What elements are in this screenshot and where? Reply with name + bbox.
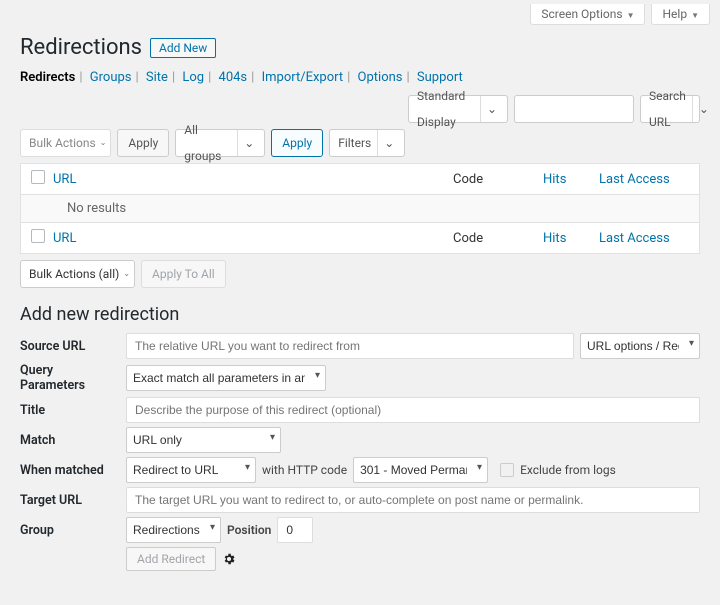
subnav-groups[interactable]: Groups (90, 70, 132, 85)
search-input[interactable] (514, 95, 634, 123)
subnav-import-export[interactable]: Import/Export (262, 70, 344, 85)
with-http-label: with HTTP code (262, 463, 347, 477)
apply-filter-button[interactable]: Apply (271, 129, 323, 157)
exclude-logs-checkbox[interactable] (500, 463, 514, 477)
chevron-down-icon: ⌄ (123, 261, 130, 287)
col-footer-last-access[interactable]: Last Access (599, 231, 689, 246)
chevron-down-icon: ⌄ (377, 130, 400, 156)
target-url-input[interactable] (126, 487, 700, 513)
label-match: Match (20, 433, 120, 448)
label-target-url: Target URL (20, 493, 120, 508)
no-results-row: No results (21, 195, 699, 222)
chevron-down-icon: ⌄ (480, 96, 503, 122)
subnav-redirects[interactable]: Redirects (20, 70, 75, 85)
page-title: Redirections (20, 35, 142, 60)
when-matched-select[interactable]: Redirect to URL (126, 457, 256, 483)
bulk-actions-select[interactable]: Bulk Actions⌄ (20, 129, 111, 157)
subnav-log[interactable]: Log (182, 70, 204, 85)
title-input[interactable] (126, 397, 700, 423)
add-redirect-button[interactable]: Add Redirect (126, 547, 216, 571)
label-position: Position (227, 523, 271, 537)
bulk-actions-all-select[interactable]: Bulk Actions (all)⌄ (20, 260, 135, 288)
chevron-down-icon: ⌄ (692, 96, 715, 122)
match-select[interactable]: URL only (126, 427, 281, 453)
apply-to-all-button[interactable]: Apply To All (141, 260, 226, 288)
group-select[interactable]: Redirections (126, 517, 221, 543)
subnav: Redirects| Groups| Site| Log| 404s| Impo… (20, 70, 700, 85)
subnav-options[interactable]: Options (358, 70, 403, 85)
label-when-matched: When matched (20, 463, 120, 478)
groups-filter-select[interactable]: All groups⌄ (175, 129, 265, 157)
apply-button[interactable]: Apply (117, 129, 169, 157)
select-all-checkbox[interactable] (31, 170, 45, 184)
col-footer-code: Code (453, 231, 543, 246)
subnav-404s[interactable]: 404s (219, 70, 248, 85)
query-params-select[interactable]: Exact match all parameters in any order (126, 365, 326, 391)
add-new-button[interactable]: Add New (150, 38, 216, 58)
screen-options-tab[interactable]: Screen Options▼ (530, 4, 645, 25)
subnav-site[interactable]: Site (146, 70, 168, 85)
form-heading: Add new redirection (20, 304, 700, 325)
col-header-url[interactable]: URL (53, 172, 453, 187)
help-tab[interactable]: Help▼ (651, 4, 710, 25)
col-footer-hits[interactable]: Hits (543, 231, 599, 246)
col-header-code: Code (453, 172, 543, 187)
chevron-down-icon: ⌄ (237, 130, 260, 156)
gear-icon[interactable] (222, 552, 236, 566)
label-title: Title (20, 403, 120, 418)
display-mode-select[interactable]: Standard Display⌄ (408, 95, 508, 123)
position-input[interactable] (277, 517, 313, 543)
col-header-hits[interactable]: Hits (543, 172, 599, 187)
filters-select[interactable]: Filters⌄ (329, 129, 405, 157)
url-options-select[interactable]: URL options / Regex (580, 333, 700, 359)
search-url-button[interactable]: Search URL⌄ (640, 95, 700, 123)
label-source-url: Source URL (20, 339, 120, 354)
chevron-down-icon: ▼ (691, 11, 699, 20)
select-all-checkbox-footer[interactable] (31, 229, 45, 243)
exclude-logs-label: Exclude from logs (520, 463, 616, 477)
col-footer-url[interactable]: URL (53, 231, 453, 246)
label-group: Group (20, 523, 120, 538)
redirects-table: URL Code Hits Last Access No results URL… (20, 163, 700, 254)
source-url-input[interactable] (126, 333, 574, 359)
col-header-last-access[interactable]: Last Access (599, 172, 689, 187)
label-query-params: Query Parameters (20, 363, 120, 393)
chevron-down-icon: ▼ (627, 11, 635, 20)
http-code-select[interactable]: 301 - Moved Permanently (353, 457, 488, 483)
chevron-down-icon: ⌄ (100, 130, 107, 156)
